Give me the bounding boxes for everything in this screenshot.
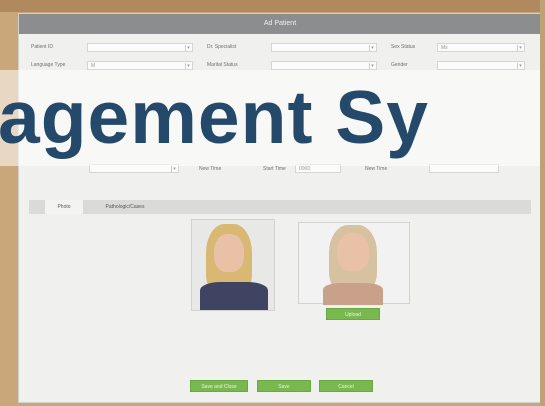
- title-banner-overlay: agement Sy: [0, 70, 545, 166]
- chevron-down-icon: ▾: [517, 45, 523, 51]
- language-type-label: Language Type: [31, 62, 66, 68]
- chevron-down-icon: ▾: [171, 166, 177, 172]
- patient-id-label: Patient ID: [31, 44, 53, 50]
- tab-bar: Photo Pathologic/Cases: [29, 200, 531, 214]
- marital-status-label: Marital Status: [207, 62, 238, 68]
- start-time-value: 0000: [299, 166, 311, 172]
- cancel-button[interactable]: Cancel: [319, 380, 373, 392]
- specialist-select[interactable]: ▾: [271, 43, 377, 52]
- marital-status-select[interactable]: ▾: [271, 61, 377, 70]
- banner-title: agement Sy: [0, 75, 429, 159]
- sex-status-label: Sex Status: [391, 44, 416, 50]
- save-and-close-button[interactable]: Save and Close: [190, 380, 248, 392]
- chevron-down-icon: ▾: [517, 63, 523, 69]
- photo-1-shirt: [200, 282, 268, 310]
- new-time-label-1: New Time: [199, 166, 222, 172]
- photo-2-shirt: [323, 283, 383, 305]
- new-time-label-2: New Time: [365, 166, 388, 172]
- language-type-select[interactable]: M ▾: [87, 61, 193, 70]
- sex-status-select[interactable]: Ms ▾: [437, 43, 525, 52]
- sex-status-value: Ms: [441, 45, 448, 51]
- chevron-down-icon: ▾: [185, 63, 191, 69]
- background-top-band: [0, 0, 545, 12]
- chevron-down-icon: ▾: [369, 63, 375, 69]
- save-button[interactable]: Save: [257, 380, 311, 392]
- patient-photo-1: [191, 219, 275, 311]
- gender-label: Gender: [391, 62, 408, 68]
- patient-id-field[interactable]: ▾: [87, 43, 193, 52]
- dialog-title: Ad Patient: [19, 14, 541, 34]
- gender-select[interactable]: ▾: [437, 61, 525, 70]
- chevron-down-icon: ▾: [369, 45, 375, 51]
- background-right-strip: [540, 0, 545, 406]
- upload-photo-button[interactable]: Upload: [326, 308, 380, 320]
- patient-photo-2: [298, 222, 410, 305]
- start-time-label: Start Time: [263, 166, 286, 172]
- language-type-value: M: [91, 63, 96, 69]
- photo-2-face: [337, 233, 369, 271]
- specialist-label: Dr. Specialist: [207, 44, 237, 50]
- photo-1-face: [214, 234, 244, 272]
- spinner-icon: ▾: [185, 45, 191, 51]
- tab-photo[interactable]: Photo: [45, 200, 83, 214]
- tab-pathologic-cases[interactable]: Pathologic/Cases: [87, 200, 163, 214]
